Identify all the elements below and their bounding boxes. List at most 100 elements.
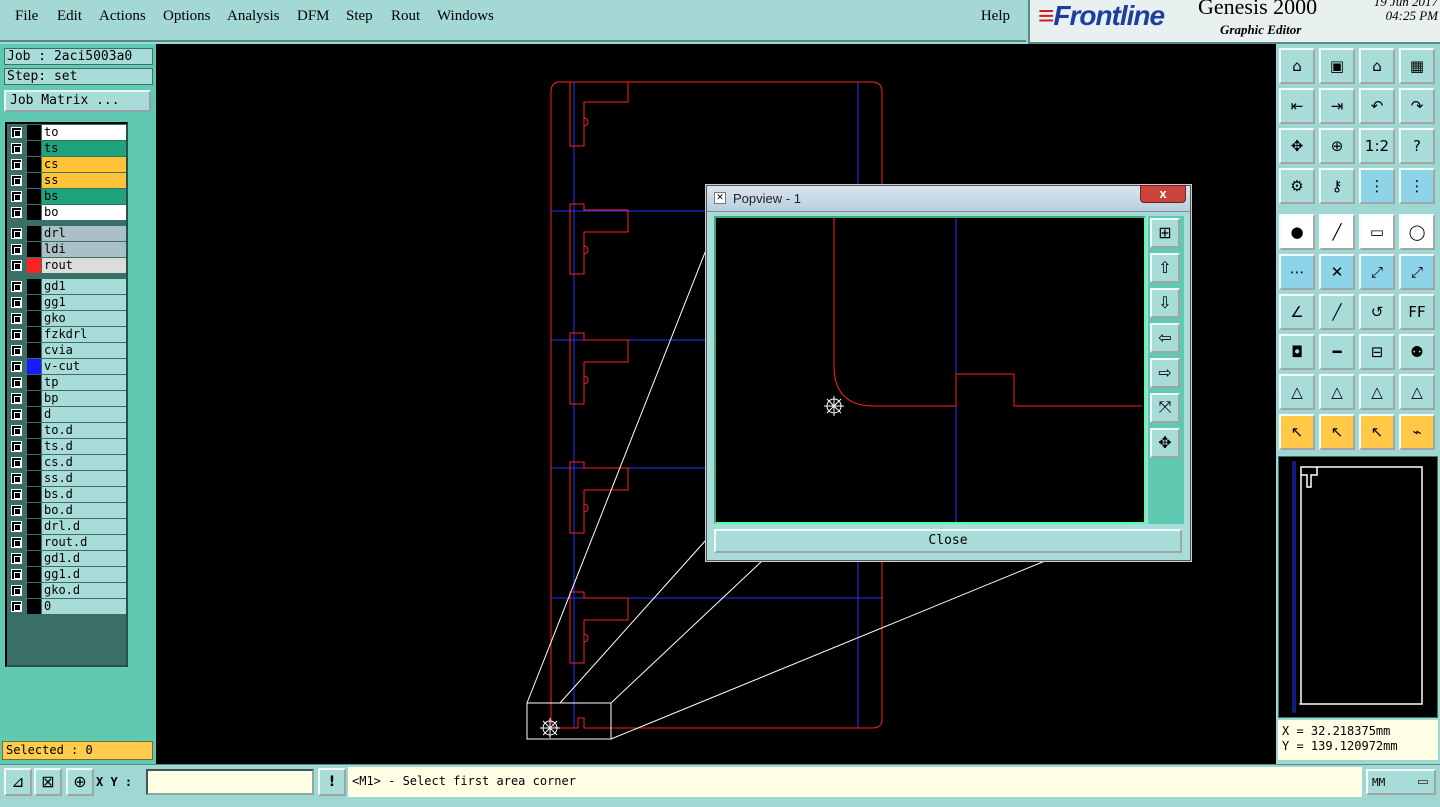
group-icon[interactable]: ⚉ xyxy=(1399,334,1435,370)
undo-icon[interactable]: ↶ xyxy=(1359,88,1395,124)
grid-icon[interactable]: ⊕ xyxy=(66,768,94,796)
close-icon[interactable]: x xyxy=(1140,185,1186,203)
route-icon[interactable]: ⋮ xyxy=(1359,168,1395,204)
layer-row-rout[interactable]: rout xyxy=(9,258,126,273)
dash-icon[interactable]: ━ xyxy=(1319,334,1355,370)
layer-row-drl.d[interactable]: drl.d xyxy=(9,519,126,534)
layer-row-rout.d[interactable]: rout.d xyxy=(9,535,126,550)
pointer-icon[interactable]: ↖ xyxy=(1279,414,1315,450)
popview-titlebar[interactable]: ✕ Popview - 1 x xyxy=(707,185,1190,212)
layer-row-0[interactable]: 0 xyxy=(9,599,126,614)
tri1-icon[interactable]: △ xyxy=(1279,374,1315,410)
menu-windows[interactable]: Windows xyxy=(437,8,494,25)
menu-edit[interactable]: Edit xyxy=(57,8,82,25)
layer-row-gko[interactable]: gko xyxy=(9,311,126,326)
layer-checkbox[interactable] xyxy=(11,585,22,596)
layer-row-d[interactable]: d xyxy=(9,407,126,422)
layer-row-bs.d[interactable]: bs.d xyxy=(9,487,126,502)
layer-row-to.d[interactable]: to.d xyxy=(9,423,126,438)
cross-icon[interactable]: ✕ xyxy=(1319,254,1355,290)
redo-icon[interactable]: ↷ xyxy=(1399,88,1435,124)
key-icon[interactable]: ⚷ xyxy=(1319,168,1355,204)
arrow-left-icon[interactable]: ⇤ xyxy=(1279,88,1315,124)
layer-row-gg1[interactable]: gg1 xyxy=(9,295,126,310)
link-icon[interactable]: ⤢ xyxy=(1399,254,1435,290)
circle-icon[interactable]: ◯ xyxy=(1399,214,1435,250)
menu-analysis[interactable]: Analysis xyxy=(227,8,280,25)
pointer2-icon[interactable]: ↖ xyxy=(1319,414,1355,450)
tri2-icon[interactable]: △ xyxy=(1319,374,1355,410)
help-icon[interactable]: ? xyxy=(1399,128,1435,164)
menu-help[interactable]: Help xyxy=(981,8,1010,25)
menu-rout[interactable]: Rout xyxy=(391,8,420,25)
layer-row-ss[interactable]: ss xyxy=(9,173,126,188)
settings-icon[interactable]: ⚙ xyxy=(1279,168,1315,204)
layer-checkbox[interactable] xyxy=(11,345,22,356)
pan-right-icon[interactable]: ⇨ xyxy=(1150,358,1180,388)
layer-row-cvia[interactable]: cvia xyxy=(9,343,126,358)
line-icon[interactable]: ╱ xyxy=(1319,214,1355,250)
ruler-icon[interactable]: ▭ xyxy=(1359,214,1395,250)
layer-row-gd1.d[interactable]: gd1.d xyxy=(9,551,126,566)
zoom-in-icon[interactable]: ⊞ xyxy=(1150,218,1180,248)
layer-checkbox[interactable] xyxy=(11,537,22,548)
layer-checkbox[interactable] xyxy=(11,127,22,138)
layer-row-fzkdrl[interactable]: fzkdrl xyxy=(9,327,126,342)
layer-checkbox[interactable] xyxy=(11,505,22,516)
arrow-right-icon[interactable]: ⇥ xyxy=(1319,88,1355,124)
layer-row-bo[interactable]: bo xyxy=(9,205,126,220)
route2-icon[interactable]: ⋮ xyxy=(1399,168,1435,204)
layer-row-gko.d[interactable]: gko.d xyxy=(9,583,126,598)
layer-checkbox[interactable] xyxy=(11,457,22,468)
fit-icon[interactable]: ✥ xyxy=(1279,128,1315,164)
pad-icon[interactable]: ● xyxy=(1279,214,1315,250)
house-icon[interactable]: ⌂ xyxy=(1359,48,1395,84)
menu-file[interactable]: File xyxy=(15,8,38,25)
layer-row-bs[interactable]: bs xyxy=(9,189,126,204)
layer-checkbox[interactable] xyxy=(11,489,22,500)
angle-icon[interactable]: ∠ xyxy=(1279,294,1315,330)
layer-checkbox[interactable] xyxy=(11,191,22,202)
tri3-icon[interactable]: △ xyxy=(1359,374,1395,410)
window-down-icon[interactable]: ▣ xyxy=(1319,48,1355,84)
layer-checkbox[interactable] xyxy=(11,175,22,186)
layer-checkbox[interactable] xyxy=(11,297,22,308)
measure-icon[interactable]: ⊿ xyxy=(4,768,32,796)
layer-row-v-cut[interactable]: v-cut xyxy=(9,359,126,374)
center-icon[interactable]: ⊕ xyxy=(1319,128,1355,164)
tri4-icon[interactable]: △ xyxy=(1399,374,1435,410)
menu-actions[interactable]: Actions xyxy=(99,8,146,25)
layer-row-cs.d[interactable]: cs.d xyxy=(9,455,126,470)
snap-icon[interactable]: ⊠ xyxy=(34,768,62,796)
scale-icon[interactable]: 1:2 xyxy=(1359,128,1395,164)
layer-row-gd1[interactable]: gd1 xyxy=(9,279,126,294)
layer-checkbox[interactable] xyxy=(11,361,22,372)
fr-icon[interactable]: FF xyxy=(1399,294,1435,330)
info-icon[interactable]: ! xyxy=(318,768,346,796)
layer-checkbox[interactable] xyxy=(11,409,22,420)
layer-checkbox[interactable] xyxy=(11,207,22,218)
layer-checkbox[interactable] xyxy=(11,260,22,271)
xy-input[interactable] xyxy=(146,769,314,795)
layer-row-bo.d[interactable]: bo.d xyxy=(9,503,126,518)
menu-dfm[interactable]: DFM xyxy=(297,8,330,25)
menu-step[interactable]: Step xyxy=(346,8,373,25)
layer-row-drl[interactable]: drl xyxy=(9,226,126,241)
pointer3-icon[interactable]: ↖ xyxy=(1359,414,1395,450)
popview-close-button[interactable]: Close xyxy=(714,529,1182,553)
path-icon[interactable]: ⌁ xyxy=(1399,414,1435,450)
layer-checkbox[interactable] xyxy=(11,425,22,436)
layout-icon[interactable]: ▦ xyxy=(1399,48,1435,84)
zoom-home-icon[interactable]: ✥ xyxy=(1150,428,1180,458)
nodes-icon[interactable]: ⋯ xyxy=(1279,254,1315,290)
layer-checkbox[interactable] xyxy=(11,143,22,154)
layer-checkbox[interactable] xyxy=(11,553,22,564)
layer-checkbox[interactable] xyxy=(11,521,22,532)
layer-checkbox[interactable] xyxy=(11,601,22,612)
layer-checkbox[interactable] xyxy=(11,569,22,580)
layer-checkbox[interactable] xyxy=(11,228,22,239)
layer-row-ts.d[interactable]: ts.d xyxy=(9,439,126,454)
job-matrix-button[interactable]: Job Matrix ... xyxy=(4,90,151,112)
layer-row-cs[interactable]: cs xyxy=(9,157,126,172)
layer-checkbox[interactable] xyxy=(11,313,22,324)
